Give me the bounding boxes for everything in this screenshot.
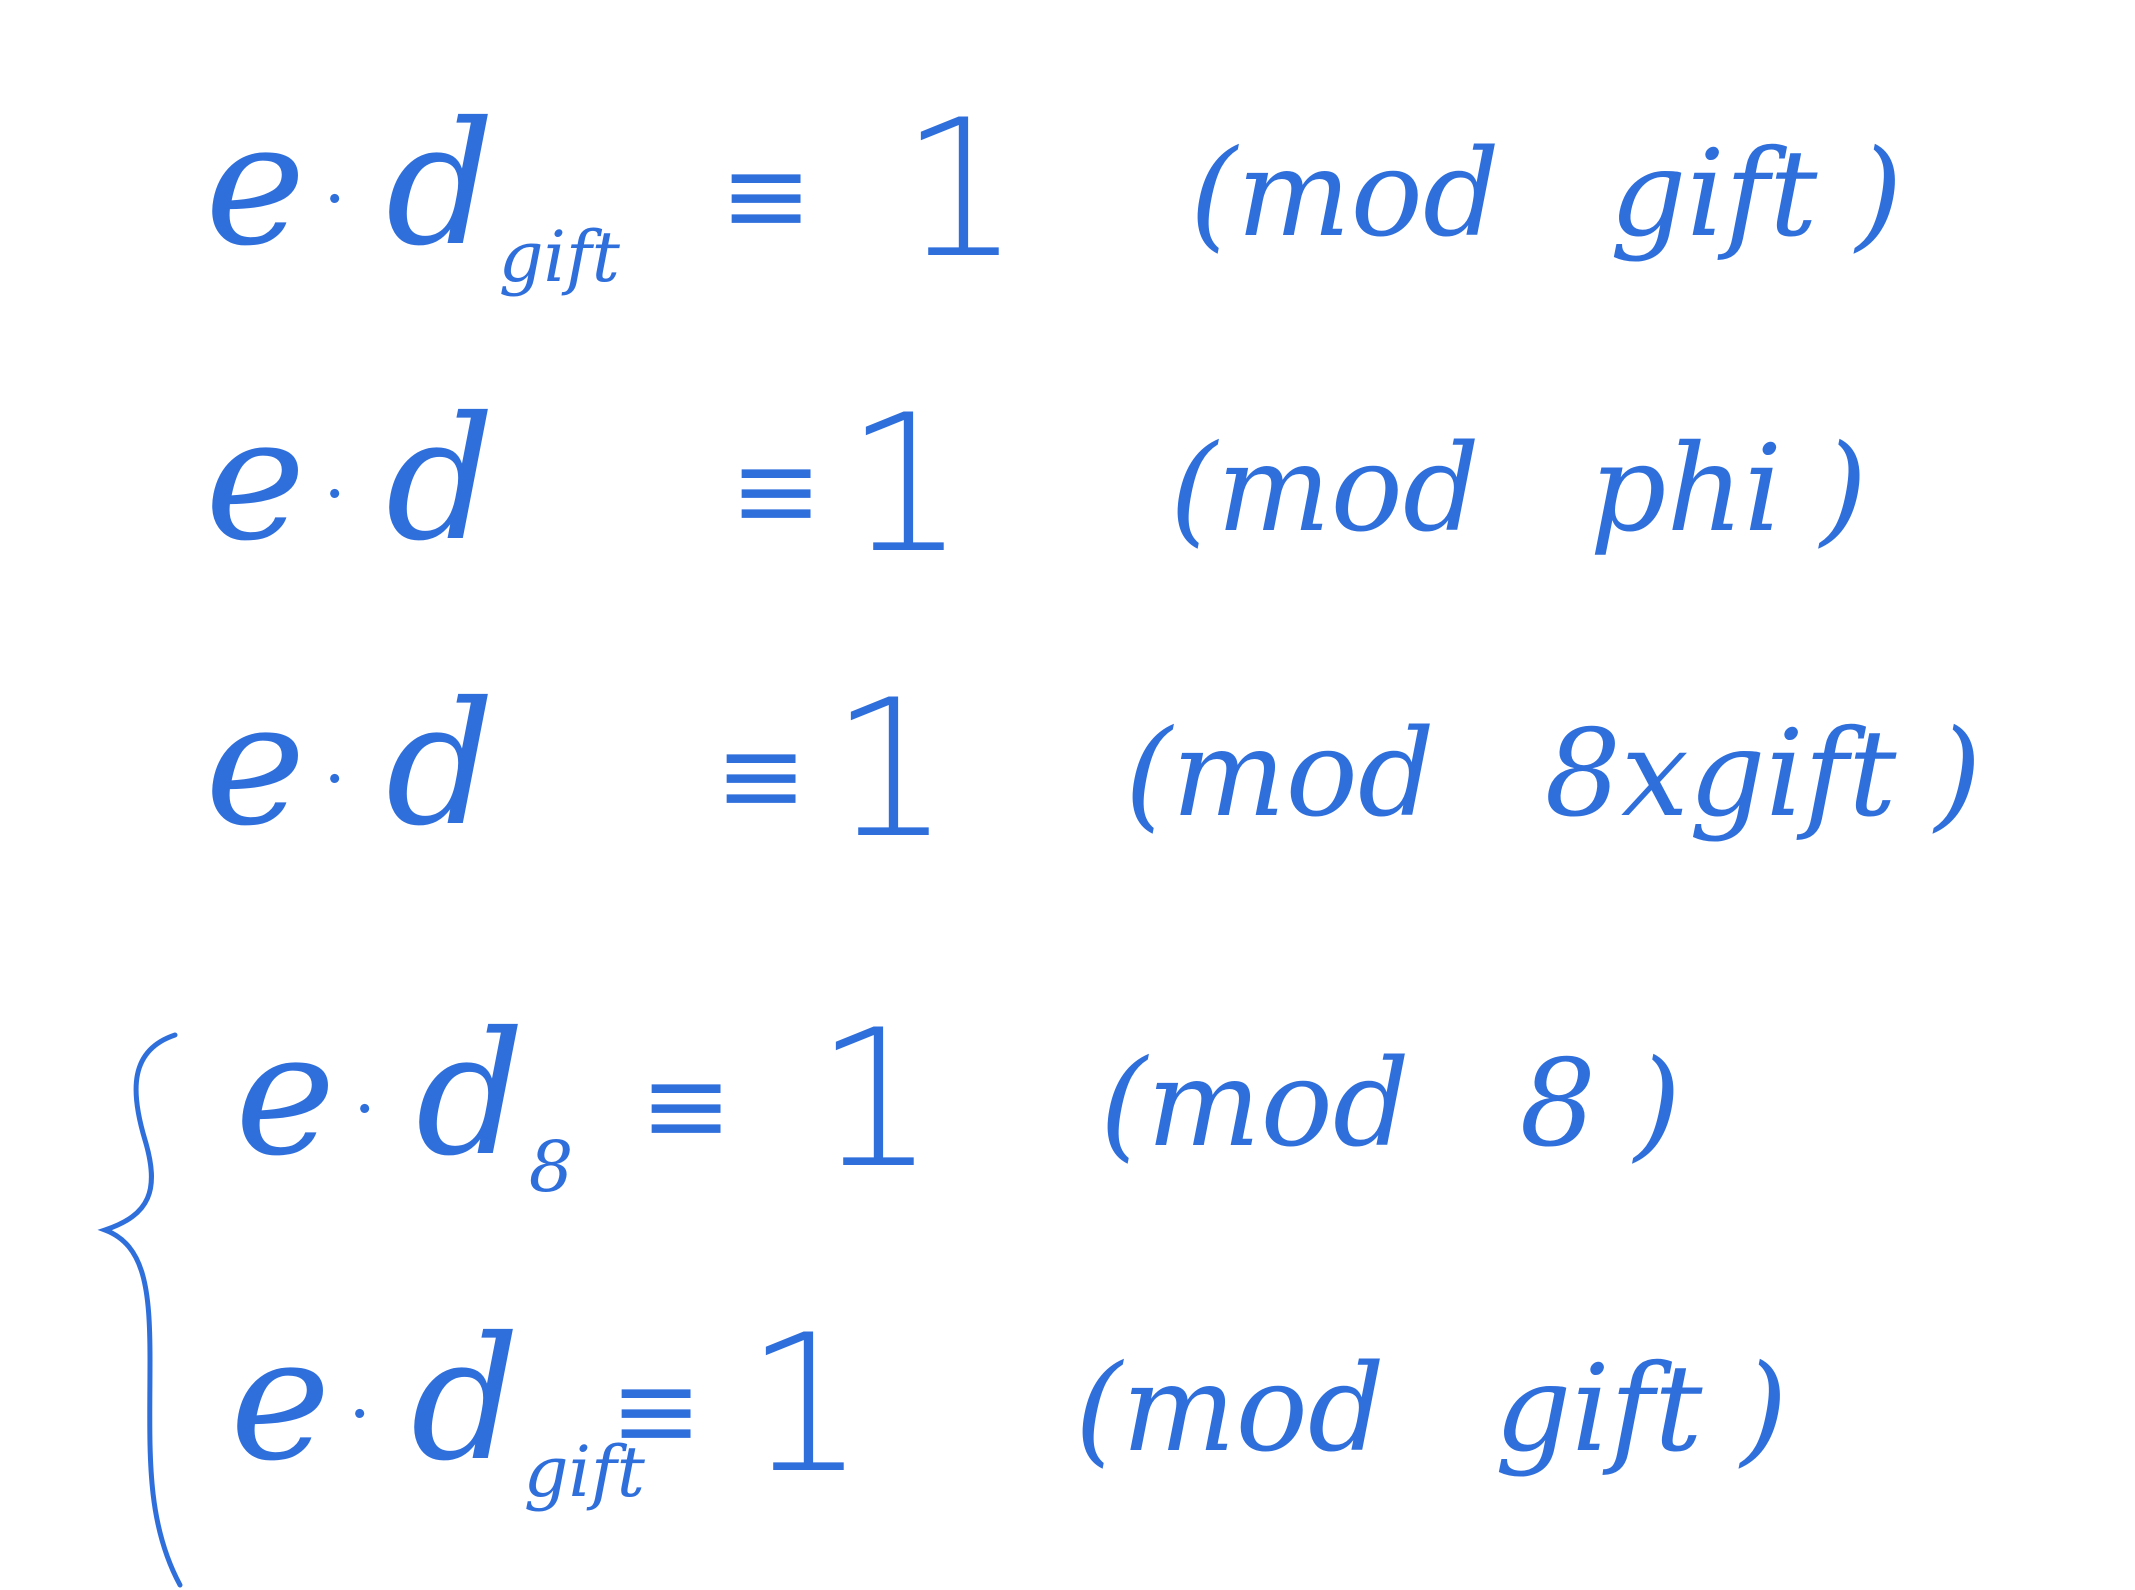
lhs-var: d <box>415 996 525 1194</box>
lhs-var: d <box>385 86 495 284</box>
lhs-subscript: 8 <box>528 1126 574 1208</box>
equation-rhs: 1 <box>815 989 936 1210</box>
modulus-value: gift ) <box>1609 125 1903 264</box>
equation-row-4: e · d8 ≡ 1 (mod 8 ) <box>0 1005 2135 1240</box>
modulus-value: phi ) <box>1589 420 1868 559</box>
equation-lhs: e · dgift <box>205 100 620 292</box>
equation-row-5: e · dgift ≡ 1 (mod gift ) <box>0 1310 2135 1545</box>
equation-rhs: 1 <box>845 374 966 595</box>
lhs-base: e <box>205 86 306 284</box>
multiply-dot: · <box>348 1372 371 1455</box>
mod-word: (mod <box>1100 1035 1410 1174</box>
equation-row-2: e · d ≡ 1 (mod phi ) <box>0 390 2135 625</box>
lhs-base: e <box>235 996 336 1194</box>
lhs-subscript: gift <box>498 216 620 298</box>
multiply-dot: · <box>323 157 346 240</box>
modulus-value: gift ) <box>1494 1340 1788 1479</box>
equation-row-1: e · dgift ≡ 1 (mod gift ) <box>0 95 2135 330</box>
lhs-var: d <box>385 381 495 579</box>
mod-word: (mod <box>1075 1340 1385 1479</box>
equation-lhs: e · d <box>205 680 499 872</box>
modulus-value: 8 ) <box>1519 1035 1681 1174</box>
equation-rhs: 1 <box>745 1294 866 1515</box>
modulus-clause: (mod 8xgift ) <box>1125 715 1982 835</box>
multiply-dot: · <box>323 452 346 535</box>
congruence-symbol: ≡ <box>640 1041 733 1169</box>
congruence-symbol: ≡ <box>720 131 813 259</box>
handwritten-note-canvas: e · dgift ≡ 1 (mod gift ) e · d ≡ 1 (mod phi )… <box>0 0 2135 1588</box>
lhs-base: e <box>230 1301 331 1499</box>
lhs-var: d <box>385 666 495 864</box>
equation-rhs: 1 <box>900 79 1021 300</box>
mod-word: (mod <box>1125 705 1435 844</box>
modulus-clause: (mod gift ) <box>1190 135 1902 255</box>
equation-lhs: e · d8 <box>235 1010 573 1202</box>
lhs-var: d <box>410 1301 520 1499</box>
multiply-dot: · <box>323 737 346 820</box>
lhs-base: e <box>205 381 306 579</box>
lhs-base: e <box>205 666 306 864</box>
modulus-clause: (mod 8 ) <box>1100 1045 1681 1165</box>
equation-lhs: e · d <box>205 395 499 587</box>
mod-word: (mod <box>1170 420 1480 559</box>
equation-rhs: 1 <box>830 659 951 880</box>
modulus-value: 8xgift ) <box>1544 705 1982 844</box>
congruence-symbol: ≡ <box>610 1346 703 1474</box>
congruence-symbol: ≡ <box>715 711 808 839</box>
multiply-dot: · <box>353 1067 376 1150</box>
equation-row-3: e · d ≡ 1 (mod 8xgift ) <box>0 675 2135 910</box>
mod-word: (mod <box>1190 125 1500 264</box>
congruence-symbol: ≡ <box>730 426 823 554</box>
modulus-clause: (mod gift ) <box>1075 1350 1787 1470</box>
equation-lhs: e · dgift <box>230 1315 645 1507</box>
modulus-clause: (mod phi ) <box>1170 430 1867 550</box>
